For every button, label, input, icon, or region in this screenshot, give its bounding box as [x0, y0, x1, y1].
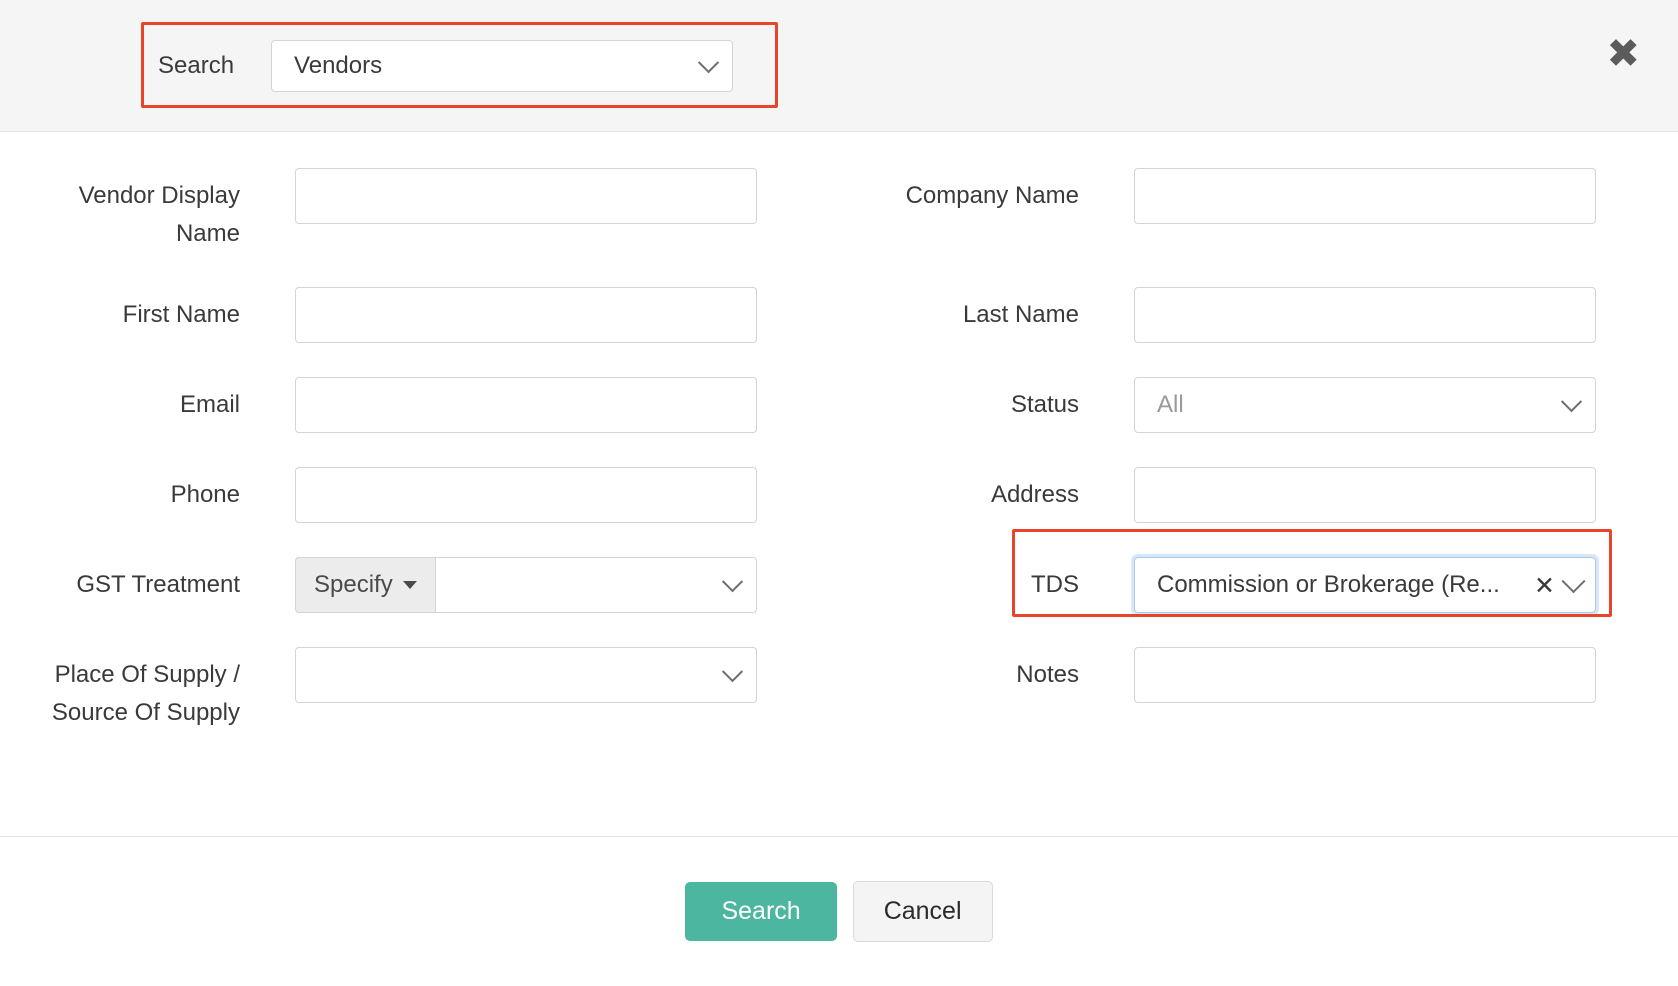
notes-control: [1134, 647, 1596, 703]
search-module-select[interactable]: Vendors: [271, 40, 733, 92]
close-icon[interactable]: ✖: [1606, 34, 1640, 74]
tds-value: Commission or Brokerage (Re...: [1157, 571, 1528, 599]
field-row: GST Treatment Specify: [0, 557, 839, 647]
phone-control: [295, 467, 757, 523]
search-label: Search: [158, 52, 234, 80]
clear-icon[interactable]: ✕: [1528, 573, 1561, 598]
first-name-control: [295, 287, 757, 343]
first-name-label: First Name: [0, 287, 240, 334]
gst-treatment-select[interactable]: [435, 557, 757, 613]
place-of-supply-control: [295, 647, 757, 703]
search-form-grid: Vendor Display Name Company Name First N…: [0, 168, 1678, 766]
place-of-supply-select[interactable]: [295, 647, 757, 703]
field-row: Address: [839, 467, 1678, 557]
field-row: Last Name: [839, 287, 1678, 377]
gst-treatment-label: GST Treatment: [0, 557, 240, 604]
caret-down-icon: [403, 581, 417, 589]
field-row: Email: [0, 377, 839, 467]
status-label: Status: [839, 377, 1079, 424]
chevron-down-icon: [722, 571, 743, 592]
gst-specify-button[interactable]: Specify: [295, 557, 435, 613]
status-value: All: [1157, 391, 1184, 419]
vendor-display-name-control: [295, 168, 757, 224]
gst-treatment-control: Specify: [295, 557, 757, 613]
tds-select[interactable]: Commission or Brokerage (Re... ✕: [1134, 557, 1596, 613]
field-row: TDS Commission or Brokerage (Re... ✕: [839, 557, 1678, 647]
chevron-down-icon: [698, 52, 719, 73]
field-row: Notes: [839, 647, 1678, 766]
phone-input[interactable]: [295, 467, 757, 523]
status-select[interactable]: All: [1134, 377, 1596, 433]
modal-header: Search Vendors ✖: [0, 0, 1678, 132]
gst-specify-label: Specify: [314, 571, 393, 599]
status-control: All: [1134, 377, 1596, 433]
last-name-input[interactable]: [1134, 287, 1596, 343]
address-input[interactable]: [1134, 467, 1596, 523]
field-row: Status All: [839, 377, 1678, 467]
tds-control: Commission or Brokerage (Re... ✕: [1134, 557, 1596, 613]
chevron-down-icon: [722, 661, 743, 682]
chevron-down-icon: [1561, 391, 1582, 412]
place-of-supply-label: Place Of Supply / Source Of Supply: [0, 647, 240, 732]
chevron-down-icon[interactable]: [1561, 557, 1595, 613]
email-label: Email: [0, 377, 240, 424]
field-row: Company Name: [839, 168, 1678, 287]
notes-input[interactable]: [1134, 647, 1596, 703]
modal-body: Vendor Display Name Company Name First N…: [0, 132, 1678, 836]
cancel-button[interactable]: Cancel: [853, 881, 993, 942]
search-module-value: Vendors: [294, 52, 382, 80]
address-control: [1134, 467, 1596, 523]
last-name-label: Last Name: [839, 287, 1079, 334]
field-row: Phone: [0, 467, 839, 557]
last-name-control: [1134, 287, 1596, 343]
gst-treatment-input-group: Specify: [295, 557, 757, 613]
company-name-input[interactable]: [1134, 168, 1596, 224]
field-row: Place Of Supply / Source Of Supply: [0, 647, 839, 766]
vendor-display-name-label: Vendor Display Name: [0, 168, 240, 253]
email-control: [295, 377, 757, 433]
email-input[interactable]: [295, 377, 757, 433]
field-row: Vendor Display Name: [0, 168, 839, 287]
vendor-display-name-input[interactable]: [295, 168, 757, 224]
modal-footer: Search Cancel: [0, 836, 1678, 986]
first-name-input[interactable]: [295, 287, 757, 343]
company-name-label: Company Name: [839, 168, 1079, 215]
company-name-control: [1134, 168, 1596, 224]
notes-label: Notes: [839, 647, 1079, 694]
phone-label: Phone: [0, 467, 240, 514]
advanced-search-modal: Search Vendors ✖ Vendor Display Name Com…: [0, 0, 1678, 986]
address-label: Address: [839, 467, 1079, 514]
field-row: First Name: [0, 287, 839, 377]
search-module-group: Search Vendors: [0, 40, 733, 92]
search-button[interactable]: Search: [685, 882, 836, 941]
tds-label: TDS: [839, 557, 1079, 604]
